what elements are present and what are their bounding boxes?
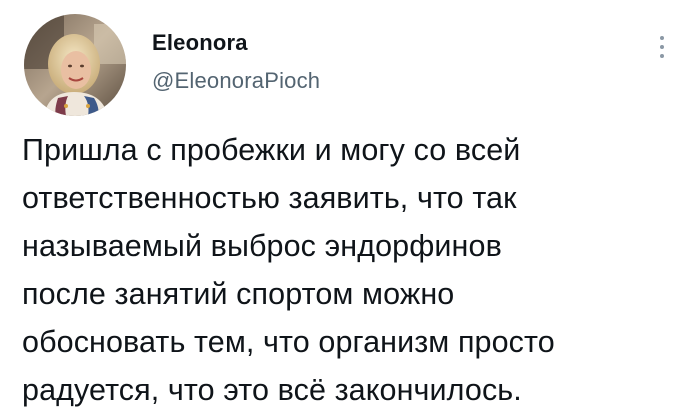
dot (660, 54, 664, 58)
dot (660, 36, 664, 40)
dot (660, 45, 664, 49)
tweet-text: Пришла с пробежки и могу со всей ответст… (22, 133, 555, 407)
tweet-card: Eleonora @EleonoraPioch Пришла с пробежк… (0, 0, 700, 412)
author-display-name[interactable]: Eleonora (152, 30, 320, 56)
author-avatar[interactable] (24, 14, 126, 116)
avatar-photo (24, 14, 126, 116)
author-handle[interactable]: @EleonoraPioch (152, 68, 320, 94)
more-options-icon[interactable] (650, 26, 674, 68)
author-info: Eleonora @EleonoraPioch (152, 30, 320, 94)
